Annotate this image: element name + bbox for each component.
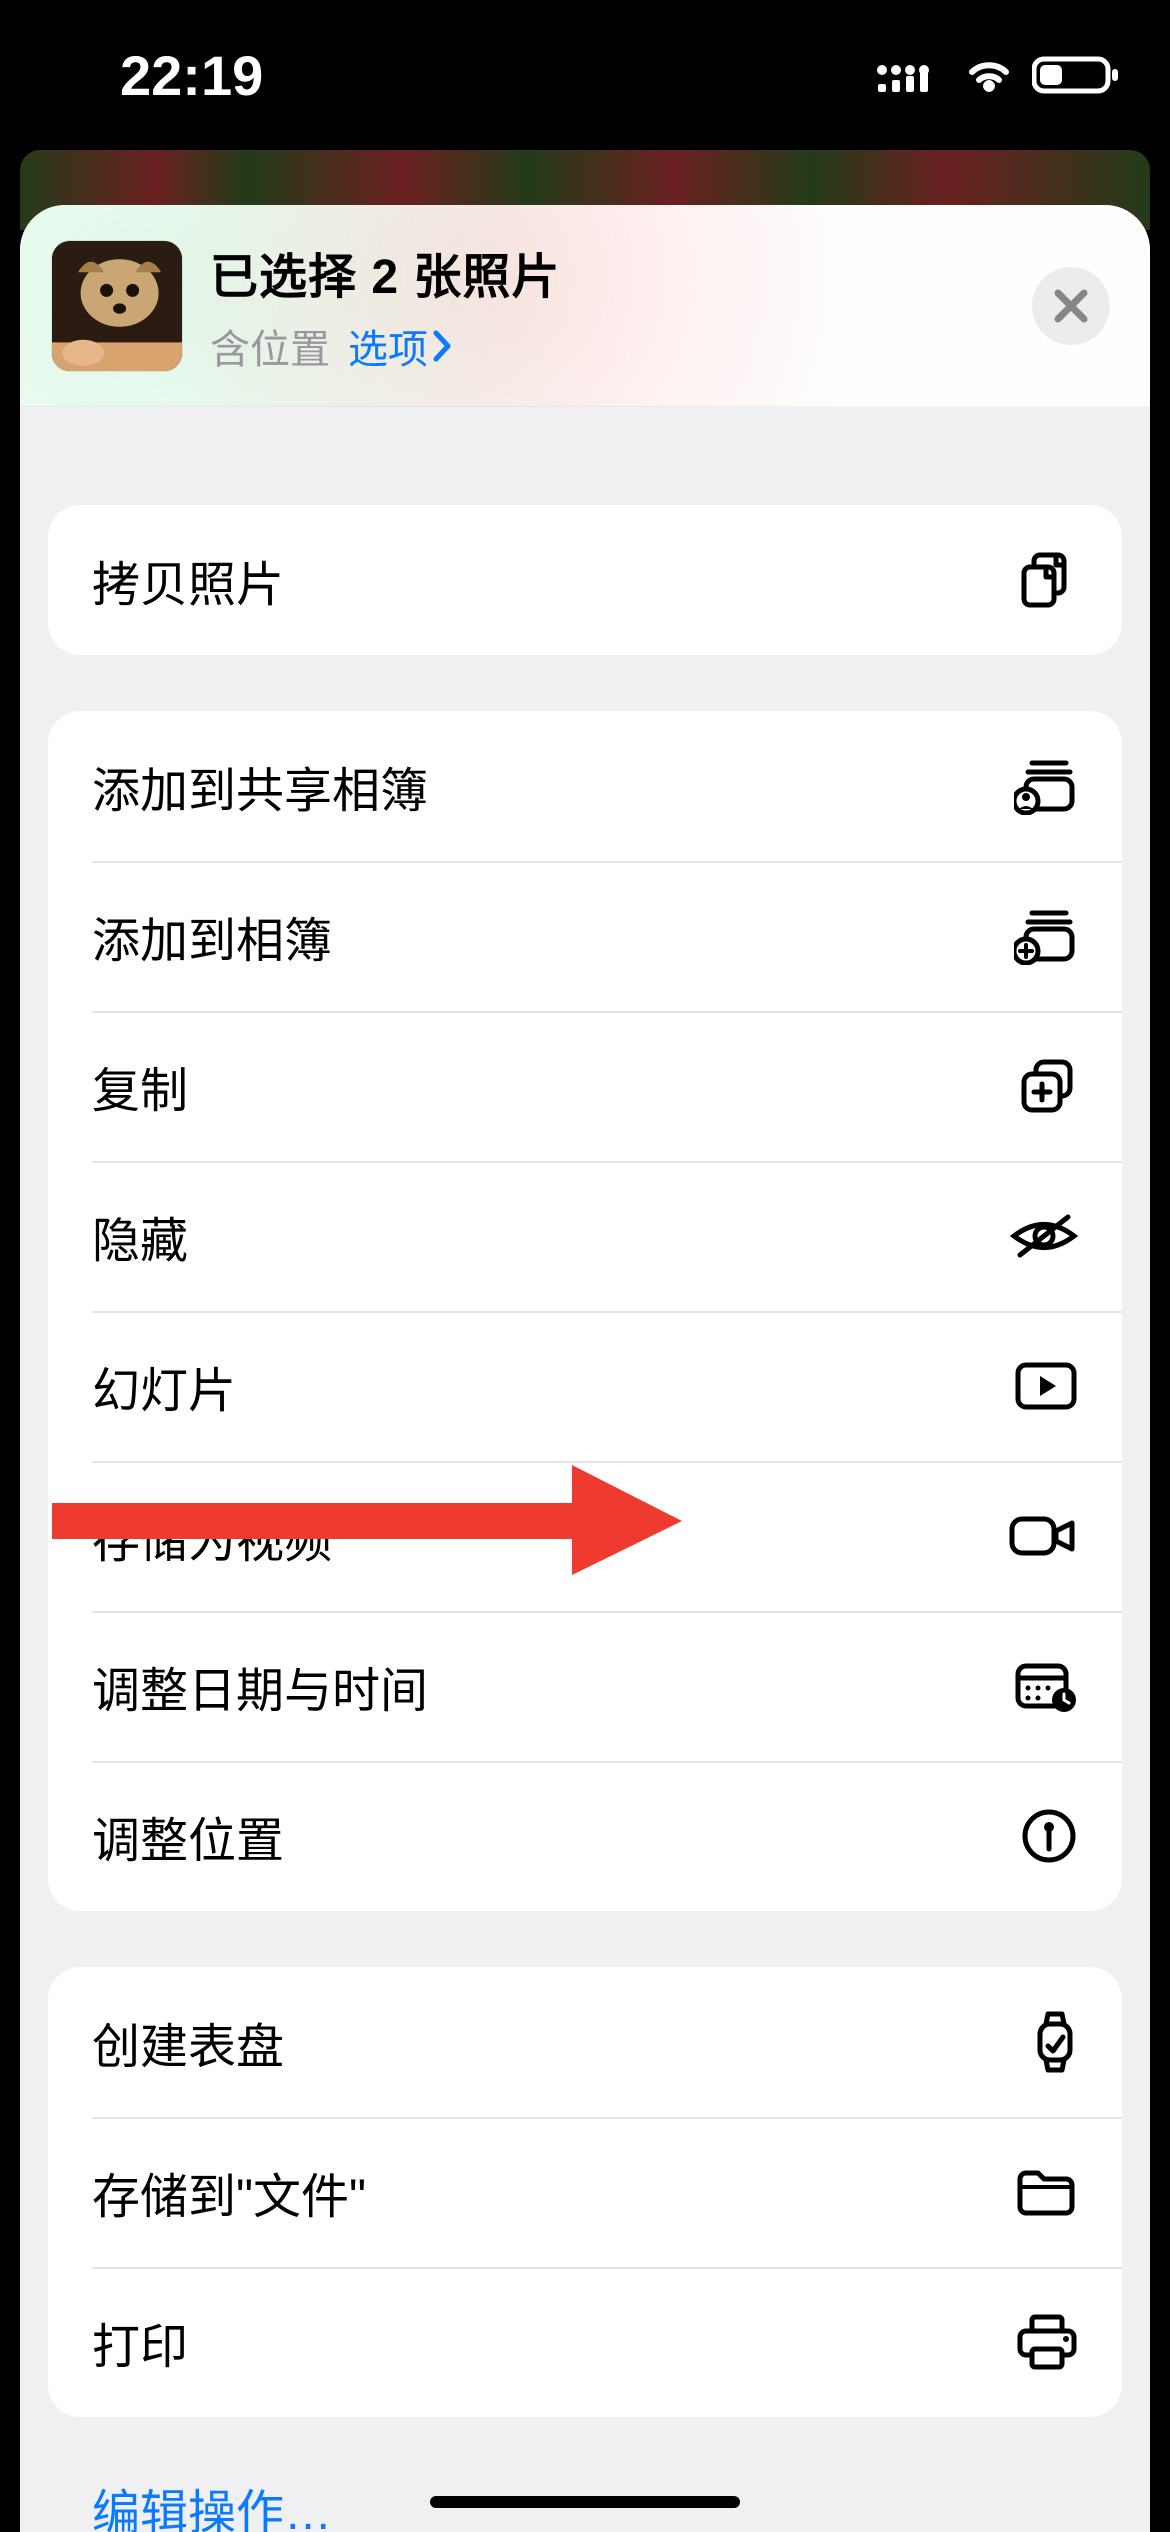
location-tag: 含位置 — [210, 317, 330, 375]
row-add-shared-album[interactable]: 添加到共享相簿 — [48, 711, 1122, 861]
add-album-icon — [1014, 907, 1078, 965]
row-label: 拷贝照片 — [92, 545, 284, 615]
close-icon — [1052, 287, 1090, 325]
row-adjust-datetime[interactable]: 调整日期与时间 — [48, 1611, 1122, 1761]
row-label: 调整日期与时间 — [92, 1651, 428, 1721]
row-label: 幻灯片 — [92, 1351, 236, 1421]
copy-doc-icon — [1016, 549, 1078, 611]
sheet-header: 已选择 2 张照片 含位置 选项 — [20, 205, 1150, 407]
close-button[interactable] — [1032, 267, 1110, 345]
duplicate-icon — [1018, 1056, 1078, 1116]
options-label: 选项 — [348, 317, 428, 375]
row-print[interactable]: 打印 — [48, 2267, 1122, 2417]
home-indicator — [430, 2496, 740, 2508]
row-label: 添加到相簿 — [92, 901, 332, 971]
watch-icon — [1032, 2010, 1078, 2074]
sheet-body: 拷贝照片 添加到共享相簿 添加到相簿 复制 — [20, 505, 1150, 2532]
row-save-to-files[interactable]: 存储到"文件" — [48, 2117, 1122, 2267]
row-label: 创建表盘 — [92, 2007, 284, 2077]
row-label: 存储为视频 — [92, 1501, 332, 1571]
row-adjust-location[interactable]: 调整位置 — [48, 1761, 1122, 1911]
hide-icon — [1010, 1211, 1078, 1261]
shared-album-icon — [1014, 757, 1078, 815]
selection-thumbnail[interactable] — [52, 241, 182, 371]
wifi-icon — [964, 56, 1014, 94]
action-group: 拷贝照片 — [48, 505, 1122, 655]
row-hide[interactable]: 隐藏 — [48, 1161, 1122, 1311]
location-circle-icon — [1020, 1807, 1078, 1865]
folder-icon — [1014, 2167, 1078, 2217]
options-button[interactable]: 选项 — [348, 317, 454, 375]
printer-icon — [1016, 2313, 1078, 2371]
share-sheet: 已选择 2 张照片 含位置 选项 拷贝照片 — [20, 205, 1150, 2532]
chevron-right-icon — [432, 329, 454, 363]
video-icon — [1008, 1513, 1078, 1559]
action-group: 添加到共享相簿 添加到相簿 复制 隐藏 — [48, 711, 1122, 1911]
row-label: 打印 — [92, 2307, 188, 2377]
row-copy-photo[interactable]: 拷贝照片 — [48, 505, 1122, 655]
row-label: 调整位置 — [92, 1801, 284, 1871]
calendar-clock-icon — [1014, 1658, 1078, 1714]
status-time: 22:19 — [120, 43, 263, 108]
play-rect-icon — [1014, 1361, 1078, 1411]
status-right — [876, 54, 1120, 96]
row-slideshow[interactable]: 幻灯片 — [48, 1311, 1122, 1461]
row-label: 存储到"文件" — [92, 2157, 366, 2227]
battery-icon — [1032, 55, 1120, 95]
sheet-titleblock: 已选择 2 张照片 含位置 选项 — [210, 237, 1004, 375]
sheet-title: 已选择 2 张照片 — [210, 237, 1004, 307]
row-duplicate[interactable]: 复制 — [48, 1011, 1122, 1161]
row-save-as-video[interactable]: 存储为视频 — [48, 1461, 1122, 1611]
row-label: 隐藏 — [92, 1201, 188, 1271]
row-add-album[interactable]: 添加到相簿 — [48, 861, 1122, 1011]
action-group: 创建表盘 存储到"文件" 打印 — [48, 1967, 1122, 2417]
row-label: 复制 — [92, 1051, 188, 1121]
status-bar: 22:19 — [0, 0, 1170, 150]
row-label: 添加到共享相簿 — [92, 751, 428, 821]
dual-signal-icon — [876, 54, 946, 96]
row-create-watchface[interactable]: 创建表盘 — [48, 1967, 1122, 2117]
